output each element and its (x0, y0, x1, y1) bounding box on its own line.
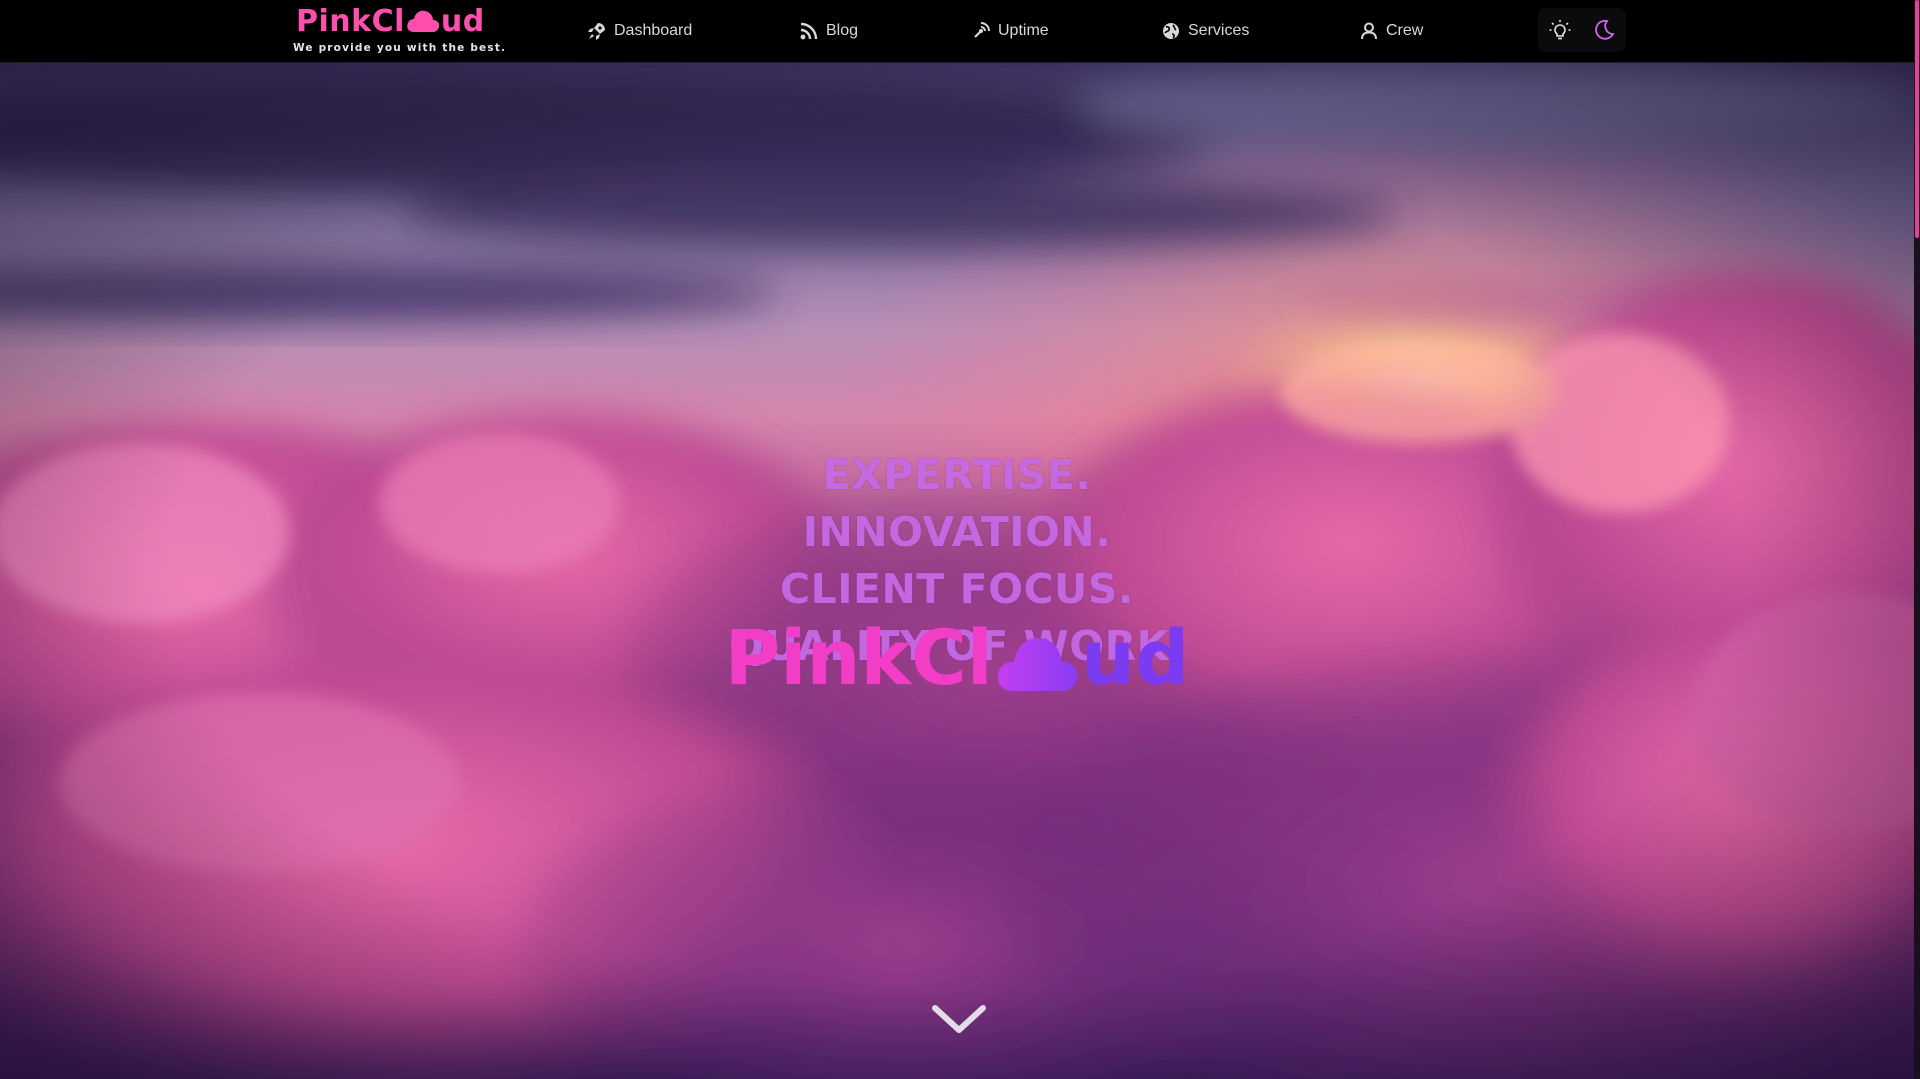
hero-logo-part2: ud (1080, 613, 1190, 702)
brand-home-link[interactable]: PinkCl ud We provide you with the best. (292, 2, 505, 60)
page-scrollbar[interactable] (1914, 0, 1920, 1079)
nav-label-services: Services (1188, 22, 1250, 39)
moon-icon (1595, 19, 1615, 40)
hero-section: EXPERTISE. INNOVATION. CLIENT FOCUS. QUA… (0, 63, 1914, 1079)
light-mode-button[interactable] (1542, 12, 1578, 48)
theme-toggle (1538, 8, 1626, 52)
globe-icon (1163, 23, 1179, 39)
top-navbar: PinkCl ud We provide you with the best. … (0, 0, 1914, 63)
lightbulb-icon (1549, 20, 1571, 40)
scrollbar-thumb[interactable] (1915, 0, 1919, 238)
nav-item-crew[interactable]: Crew (1360, 16, 1423, 46)
slogan-line: CLIENT FOCUS. (780, 565, 1134, 613)
scroll-down-button[interactable] (929, 998, 989, 1038)
brand-name-part1: PinkCl (296, 3, 405, 39)
app-root: PinkCl ud We provide you with the best. … (0, 0, 1920, 1079)
hero-logo: PinkCl ud (0, 620, 1914, 696)
nav-item-uptime[interactable]: Uptime (972, 16, 1049, 46)
cloud-icon (407, 10, 440, 32)
cloud-icon (997, 637, 1078, 691)
dark-mode-button[interactable] (1586, 12, 1622, 48)
hero-logo-part1: PinkCl (724, 613, 993, 702)
rocket-icon (588, 23, 605, 40)
nav-item-dashboard[interactable]: Dashboard (588, 16, 692, 46)
nav-item-blog[interactable]: Blog (800, 16, 858, 46)
nav-label-uptime: Uptime (998, 22, 1049, 39)
chevron-down-icon (932, 1005, 986, 1033)
nav-item-services[interactable]: Services (1162, 16, 1249, 46)
slogan-line: EXPERTISE. (822, 451, 1092, 499)
brand-tagline: We provide you with the best. (293, 42, 507, 54)
nav-label-dashboard: Dashboard (614, 22, 693, 39)
rss-icon (800, 22, 818, 40)
brand-logo: PinkCl ud (296, 2, 485, 40)
nav-label-blog: Blog (826, 22, 859, 39)
slogan-line: INNOVATION. (802, 508, 1112, 556)
nav-label-crew: Crew (1386, 22, 1424, 39)
user-icon (1361, 22, 1377, 40)
signal-icon (974, 22, 990, 38)
brand-name-part2: ud (440, 3, 485, 39)
